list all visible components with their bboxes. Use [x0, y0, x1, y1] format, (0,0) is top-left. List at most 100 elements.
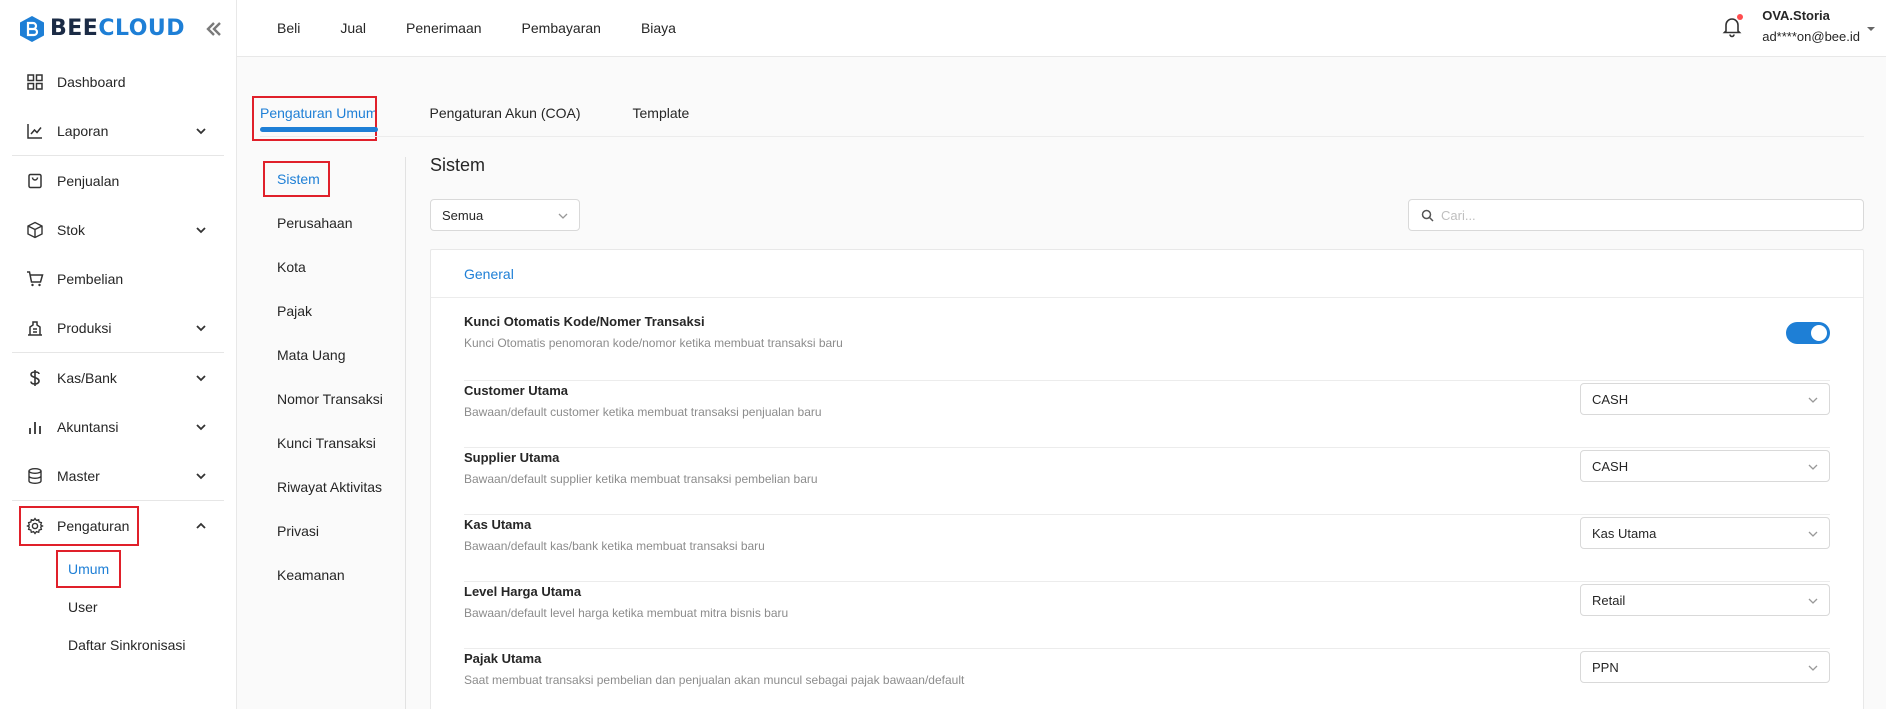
subnav-item-privasi[interactable]: Privasi [277, 509, 403, 553]
brand-name-part1: BEE [50, 16, 99, 41]
chevron-down-icon [1808, 665, 1818, 671]
sidebar-item-label: Laporan [57, 122, 109, 139]
tab-pengaturan-akun-coa[interactable]: Pengaturan Akun (COA) [430, 97, 581, 152]
auto-lock-toggle[interactable] [1786, 322, 1830, 344]
tab-label: Template [632, 105, 690, 121]
select-value: CASH [1592, 391, 1629, 407]
subnav-item-sistem[interactable]: Sistem [263, 157, 403, 201]
caret-down-icon[interactable] [1866, 24, 1876, 34]
user-area: OVA.Storia ad****on@bee.id [1720, 8, 1876, 44]
filter-row: Semua [430, 199, 1864, 233]
select-value: Kas Utama [1592, 525, 1657, 541]
search-input[interactable] [1441, 207, 1841, 223]
sidebar-subitem-umum[interactable]: Umum [0, 550, 236, 588]
tab-pengaturan-umum[interactable]: Pengaturan Umum [252, 96, 378, 152]
user-email: ad****on@bee.id [1762, 29, 1860, 44]
setting-row-kas-utama: Kas Utama Bawaan/default kas/bank ketika… [464, 515, 1830, 582]
tab-label: Pengaturan Umum [260, 105, 378, 121]
sidebar-item-label: Penjualan [57, 172, 120, 189]
beecloud-logo-icon [20, 15, 44, 42]
subnav-label: Pajak [277, 303, 313, 319]
sidebar-subitem-daftar-sinkronisasi[interactable]: Daftar Sinkronisasi [0, 626, 236, 664]
subnav-item-riwayat-aktivitas[interactable]: Riwayat Aktivitas [277, 465, 403, 509]
sidebar: BEECLOUD Dashboard Laporan Penjualan Sto… [0, 0, 237, 709]
subnav-item-kunci-transaksi[interactable]: Kunci Transaksi [277, 421, 403, 465]
user-info[interactable]: OVA.Storia ad****on@bee.id [1762, 8, 1860, 44]
sidebar-item-dashboard[interactable]: Dashboard [0, 57, 236, 106]
setting-description: Bawaan/default kas/bank ketika membuat t… [464, 539, 765, 553]
subnav-item-perusahaan[interactable]: Perusahaan [277, 201, 403, 245]
search-box [1408, 199, 1864, 231]
subnav-label: Perusahaan [277, 215, 353, 231]
category-filter-select[interactable]: Semua [430, 199, 580, 231]
sidebar-item-label: Kas/Bank [57, 369, 117, 386]
sidebar-item-akuntansi[interactable]: Akuntansi [0, 402, 236, 451]
logo-row: BEECLOUD [0, 0, 236, 57]
chevron-down-icon [196, 324, 206, 331]
pajak-utama-select[interactable]: PPN [1580, 651, 1830, 683]
sidebar-subitem-label: Daftar Sinkronisasi [68, 637, 186, 653]
sidebar-item-stok[interactable]: Stok [0, 205, 236, 254]
setting-title: Pajak Utama [464, 651, 542, 666]
subnav-item-mata-uang[interactable]: Mata Uang [277, 333, 403, 377]
cart-icon [27, 270, 44, 286]
subnav-item-pajak[interactable]: Pajak [277, 289, 403, 333]
tabs-divider [260, 136, 1864, 137]
subnav-item-nomor-transaksi[interactable]: Nomor Transaksi [277, 377, 403, 421]
sidebar-item-kas-bank[interactable]: Kas/Bank [0, 353, 236, 402]
section-header: General [431, 250, 1863, 298]
top-menu-beli[interactable]: Beli [277, 20, 300, 36]
chevron-down-icon [196, 472, 206, 479]
sidebar-item-label: Pengaturan [57, 517, 130, 534]
tab-template[interactable]: Template [633, 97, 690, 152]
subnav-label: Keamanan [277, 567, 345, 583]
sidebar-item-pengaturan[interactable]: Pengaturan [0, 501, 236, 550]
settings-list: Kunci Otomatis Kode/Nomer Transaksi Kunc… [464, 314, 1830, 709]
sidebar-item-label: Dashboard [57, 73, 126, 90]
toggle-knob [1811, 325, 1827, 341]
supplier-utama-select[interactable]: CASH [1580, 450, 1830, 482]
setting-description: Kunci Otomatis penomoran kode/nomor keti… [464, 336, 843, 350]
chevron-down-icon [1808, 464, 1818, 470]
top-menu-pembayaran[interactable]: Pembayaran [522, 20, 601, 36]
chevron-down-icon [196, 374, 206, 381]
sidebar-item-master[interactable]: Master [0, 451, 236, 500]
chevron-down-icon [558, 213, 568, 219]
settings-subnav: Sistem Perusahaan Kota Pajak Mata Uang N… [263, 157, 403, 597]
subnav-label: Sistem [277, 171, 320, 187]
setting-row-level-harga-utama: Level Harga Utama Bawaan/default level h… [464, 582, 1830, 649]
database-icon [28, 467, 42, 484]
sidebar-subitem-user[interactable]: User [0, 588, 236, 626]
setting-row-kunci-otomatis: Kunci Otomatis Kode/Nomer Transaksi Kunc… [464, 314, 1830, 381]
customer-utama-select[interactable]: CASH [1580, 383, 1830, 415]
level-harga-utama-select[interactable]: Retail [1580, 584, 1830, 616]
sidebar-subitem-label: User [68, 599, 98, 615]
sidebar-item-pembelian[interactable]: Pembelian [0, 254, 236, 303]
chevron-down-icon [196, 127, 206, 134]
setting-description: Saat membuat transaksi pembelian dan pen… [464, 673, 965, 687]
sidebar-item-penjualan[interactable]: Penjualan [0, 156, 236, 205]
chevron-up-icon [196, 522, 206, 529]
sidebar-item-label: Pembelian [57, 270, 124, 287]
chart-line-icon [27, 123, 42, 139]
brand-name-part2: CLOUD [98, 16, 186, 41]
top-menu-biaya[interactable]: Biaya [641, 20, 676, 36]
dollar-icon [30, 369, 40, 386]
kas-utama-select[interactable]: Kas Utama [1580, 517, 1830, 549]
setting-title: Supplier Utama [464, 450, 560, 465]
notification-button[interactable] [1720, 14, 1744, 38]
sidebar-item-produksi[interactable]: Produksi [0, 303, 236, 352]
setting-row-customer-utama: Customer Utama Bawaan/default customer k… [464, 381, 1830, 448]
search-icon [1421, 209, 1434, 222]
setting-description: Bawaan/default supplier ketika membuat t… [464, 472, 818, 486]
top-menu-jual[interactable]: Jual [340, 20, 366, 36]
setting-title: Level Harga Utama [464, 584, 582, 599]
select-value: Semua [442, 207, 484, 223]
page-title: Sistem [430, 155, 486, 175]
collapse-sidebar-icon[interactable] [203, 18, 225, 40]
sidebar-item-laporan[interactable]: Laporan [0, 106, 236, 155]
subnav-item-keamanan[interactable]: Keamanan [277, 553, 403, 597]
top-menu-penerimaan[interactable]: Penerimaan [406, 20, 482, 36]
select-value: PPN [1592, 659, 1619, 675]
subnav-item-kota[interactable]: Kota [277, 245, 403, 289]
